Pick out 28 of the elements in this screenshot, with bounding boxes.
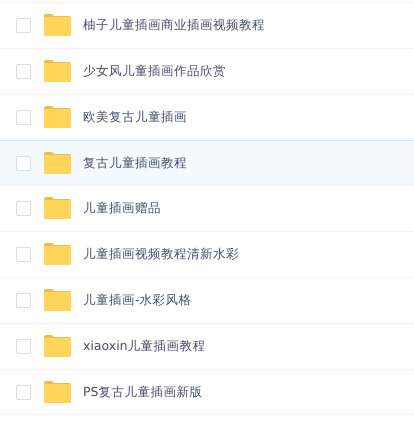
folder-icon — [44, 243, 71, 265]
checkbox[interactable] — [16, 338, 31, 354]
folder-icon — [44, 106, 71, 128]
folder-name[interactable]: 柚子儿童插画商业插画视频教程 — [83, 16, 265, 34]
folder-name[interactable]: PS复古儿童插画新版 — [83, 384, 202, 400]
checkbox[interactable] — [16, 110, 31, 124]
folder-icon — [44, 289, 71, 311]
folder-icon — [44, 14, 71, 36]
folder-icon — [44, 60, 71, 82]
folder-name[interactable]: 儿童插画赠品 — [83, 200, 161, 216]
folder-icon — [44, 152, 71, 174]
folder-name[interactable]: xiaoxin儿童插画教程 — [83, 338, 206, 354]
folder-icon — [44, 381, 71, 403]
folder-name[interactable]: 复古儿童插画教程 — [83, 154, 187, 172]
checkbox[interactable] — [16, 200, 31, 216]
checkbox[interactable] — [16, 64, 31, 78]
folder-name[interactable]: 儿童插画-水彩风格 — [83, 292, 192, 308]
folder-name[interactable]: 少女风儿童插画作品欣赏 — [83, 62, 226, 80]
folder-icon — [44, 335, 71, 357]
checkbox[interactable] — [16, 18, 31, 32]
highlighted-row[interactable]: 复古儿童插画教程 — [0, 140, 414, 186]
folder-icon — [44, 197, 71, 219]
checkbox[interactable] — [16, 156, 31, 170]
folder-name[interactable]: 欧美复古儿童插画 — [83, 108, 187, 126]
checkbox[interactable] — [16, 384, 31, 400]
folder-name[interactable]: 儿童插画视频教程清新水彩 — [83, 246, 239, 262]
checkbox[interactable] — [16, 246, 31, 262]
checkbox[interactable] — [16, 292, 31, 308]
